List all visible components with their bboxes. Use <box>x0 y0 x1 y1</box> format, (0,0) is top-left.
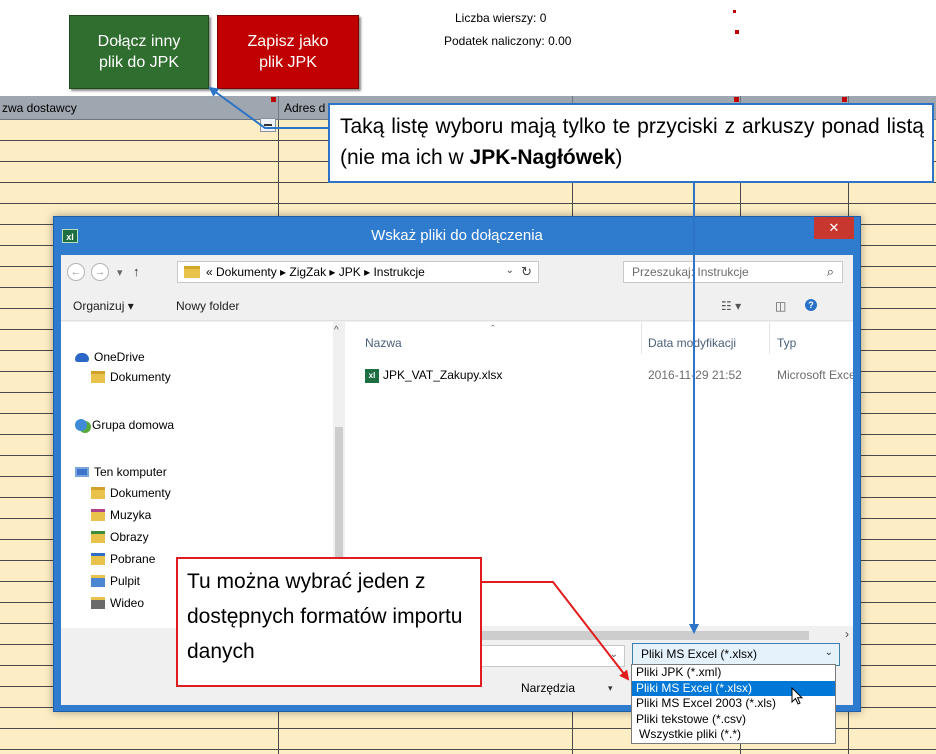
nav-label: Pulpit <box>110 574 141 588</box>
comment-indicator <box>842 97 847 102</box>
nav-label: Dokumenty <box>110 370 171 384</box>
downloads-folder-icon <box>91 553 105 565</box>
nav-item-homegroup[interactable]: Grupa domowa <box>75 418 174 432</box>
comment-indicator <box>271 97 276 102</box>
callout-top-text-end: ) <box>615 146 623 169</box>
header-divider <box>278 96 279 120</box>
folder-icon <box>91 487 105 499</box>
column-type-header[interactable]: Typ <box>777 336 796 350</box>
nav-item-music[interactable]: Muzyka <box>91 508 151 522</box>
nav-label: Ten komputer <box>94 465 167 479</box>
desktop-folder-icon <box>91 575 105 587</box>
column-header-supplier-name[interactable]: zwa dostawcy <box>2 101 77 115</box>
save-as-jpk-button[interactable]: Zapisz jako plik JPK <box>217 15 359 89</box>
forward-icon[interactable]: → <box>91 263 109 281</box>
music-folder-icon <box>91 509 105 521</box>
view-options-icon[interactable]: ☷ ▾ <box>721 299 741 313</box>
mouse-cursor-icon <box>791 687 804 705</box>
row-count-label: Liczba wierszy: 0 <box>455 11 547 25</box>
callout-file-format-note: Tu można wybrać jeden z dostępnych forma… <box>176 557 482 687</box>
scroll-up-icon[interactable]: ^ <box>334 325 339 336</box>
recent-locations-icon[interactable]: ▾ <box>117 266 123 279</box>
callout-top-text: Taką listę wyboru mają tylko te przycisk… <box>340 115 924 169</box>
excel-file-icon: xl <box>365 368 379 383</box>
file-type-select[interactable]: Pliki MS Excel (*.xlsx) ⌄ <box>632 643 840 666</box>
comment-indicator <box>735 30 739 34</box>
file-type-option[interactable]: Pliki JPK (*.xml) <box>632 665 835 681</box>
nav-label: OneDrive <box>94 350 145 364</box>
new-folder-button[interactable]: Nowy folder <box>176 299 239 313</box>
nav-item-this-pc[interactable]: Ten komputer <box>75 465 167 479</box>
organize-button[interactable]: Organizuj ▾ <box>73 299 134 313</box>
sort-icon: ˆ <box>491 324 495 336</box>
nav-label: Dokumenty <box>110 486 171 500</box>
chevron-down-icon[interactable]: ⌄ <box>825 647 833 658</box>
comment-indicator <box>733 10 736 13</box>
file-type-option[interactable]: Pliki tekstowe (*.csv) <box>632 712 835 728</box>
file-modified-cell: 2016-11-29 21:52 <box>648 368 742 382</box>
address-bar[interactable]: « Dokumenty ▸ ZigZak ▸ JPK ▸ Instrukcje … <box>177 261 539 283</box>
preview-pane-icon[interactable]: ◫ <box>775 299 786 313</box>
videos-folder-icon <box>91 597 105 609</box>
nav-label: Pobrane <box>110 552 156 566</box>
nav-item-pictures[interactable]: Obrazy <box>91 530 149 544</box>
nav-item-onedrive-documents[interactable]: Dokumenty <box>91 370 171 384</box>
filter-dropdown-button[interactable] <box>260 118 276 132</box>
callout-button-list-note: Taką listę wyboru mają tylko te przycisk… <box>328 103 934 183</box>
folder-icon <box>91 371 105 383</box>
chevron-down-icon[interactable]: ⌄ <box>506 265 514 276</box>
chevron-down-icon[interactable]: ⌄ <box>610 649 618 660</box>
pictures-folder-icon <box>91 531 105 543</box>
computer-icon <box>75 467 89 477</box>
homegroup-icon <box>75 419 87 431</box>
nav-item-onedrive[interactable]: OneDrive <box>75 350 145 364</box>
nav-label: Muzyka <box>110 508 152 522</box>
cloud-icon <box>75 352 89 362</box>
nav-item-documents[interactable]: Dokumenty <box>91 486 171 500</box>
search-input[interactable]: Przeszukaj: Instrukcje ⌕ <box>623 261 843 283</box>
dialog-title: Wskaż pliki do dołączenia <box>371 227 543 244</box>
attach-jpk-file-button[interactable]: Dołącz inny plik do JPK <box>69 15 209 89</box>
help-icon[interactable]: ? <box>805 299 817 311</box>
up-icon[interactable]: ↑ <box>133 264 140 279</box>
nav-label: Wideo <box>110 596 145 610</box>
file-name: JPK_VAT_Zakupy.xlsx <box>383 368 503 382</box>
close-icon[interactable]: ✕ <box>814 217 854 239</box>
dialog-toolbar: Organizuj ▾ Nowy folder ☷ ▾ ◫ ? <box>61 291 853 321</box>
tools-dropdown-icon[interactable]: ▾ <box>608 683 613 694</box>
nav-item-videos[interactable]: Wideo <box>91 596 144 610</box>
dialog-titlebar[interactable]: xl Wskaż pliki do dołączenia ✕ <box>54 217 860 255</box>
column-modified-header[interactable]: Data modyfikacji <box>648 336 736 350</box>
callout-top-bold: JPK-Nagłówek <box>469 146 616 169</box>
tax-total-label: Podatek naliczony: 0.00 <box>444 34 572 48</box>
scroll-right-icon[interactable]: › <box>845 627 849 641</box>
file-type-dropdown-list: Pliki JPK (*.xml) Pliki MS Excel (*.xlsx… <box>631 664 836 744</box>
address-row: ← → ▾ ↑ « Dokumenty ▸ ZigZak ▸ JPK ▸ Ins… <box>61 255 853 289</box>
back-icon[interactable]: ← <box>67 263 85 281</box>
column-separator <box>641 322 642 354</box>
nav-item-downloads[interactable]: Pobrane <box>91 552 155 566</box>
file-type-selected-value: Pliki MS Excel (*.xlsx) <box>641 647 758 661</box>
search-placeholder: Przeszukaj: Instrukcje <box>632 265 749 279</box>
breadcrumb[interactable]: « Dokumenty ▸ ZigZak ▸ JPK ▸ Instrukcje <box>206 265 425 279</box>
file-name-cell[interactable]: xl JPK_VAT_Zakupy.xlsx <box>365 368 502 383</box>
nav-label: Obrazy <box>110 530 149 544</box>
column-name-header[interactable]: Nazwa <box>365 336 402 350</box>
refresh-icon[interactable]: ↻ <box>521 264 532 280</box>
column-header-supplier-address[interactable]: Adres d <box>284 101 325 115</box>
file-type-option[interactable]: Wszystkie pliki (*.*) <box>632 727 835 743</box>
comment-indicator <box>734 97 739 102</box>
nav-item-desktop[interactable]: Pulpit <box>91 574 140 588</box>
search-icon[interactable]: ⌕ <box>827 264 834 280</box>
tools-button[interactable]: Narzędzia <box>521 681 575 695</box>
nav-label: Grupa domowa <box>92 418 175 432</box>
column-separator <box>769 322 770 354</box>
file-type-cell: Microsoft Excel <box>777 368 853 382</box>
folder-icon <box>184 266 200 278</box>
